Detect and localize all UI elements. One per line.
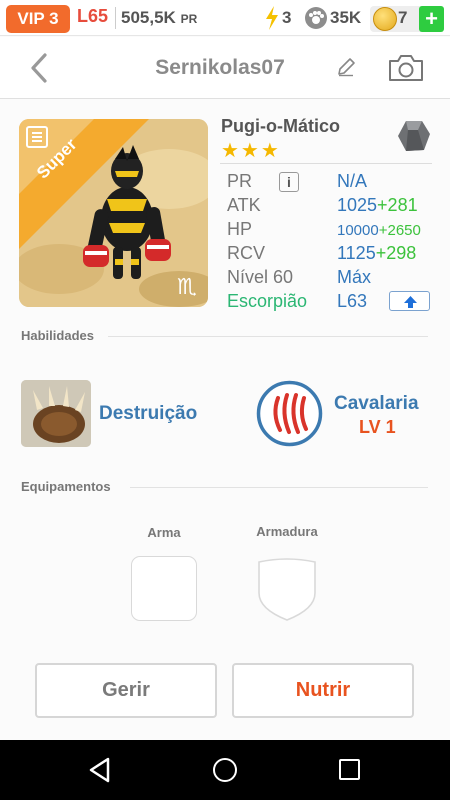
system-navbar (0, 740, 450, 800)
zodiac-label: Escorpião (227, 291, 308, 311)
power-unit: PR (180, 12, 198, 26)
hp-base: 10000 (337, 222, 379, 239)
hp-label: HP (227, 219, 253, 239)
pr-value: N/A (337, 171, 368, 191)
atk-label: ATK (227, 195, 261, 215)
equipment-heading: Equipamentos (21, 479, 111, 494)
upgrade-button[interactable] (389, 291, 430, 311)
player-power: 505,5K PR (121, 8, 197, 28)
add-coins-button[interactable]: + (419, 6, 444, 32)
rcv-label: RCV (227, 243, 266, 263)
divider (108, 336, 428, 337)
rcv-base: 1125 (337, 243, 376, 263)
level-value: Máx (337, 267, 372, 287)
rcv-bonus: +298 (375, 243, 417, 263)
atk-value: 1025+281 (337, 195, 418, 216)
pencil-icon[interactable] (336, 57, 356, 77)
skill-level: LV 1 (359, 417, 396, 437)
atk-base: 1025 (337, 195, 378, 215)
skill-name-cavalry[interactable]: Cavalaria (334, 393, 419, 415)
divider (115, 7, 116, 29)
rcv-value: 1125+298 (337, 243, 416, 264)
page-title: Sernikolas07 (155, 56, 285, 79)
weapon-slot[interactable] (131, 556, 197, 621)
energy-count: 3 (282, 8, 292, 27)
pr-label: PR (227, 171, 253, 191)
level-label: Nível 60 (227, 267, 294, 287)
coin-icon (373, 7, 397, 31)
manage-button[interactable]: Gerir (35, 663, 217, 718)
power-value: 505,5K (121, 8, 176, 27)
divider (220, 163, 432, 164)
armor-slot[interactable] (254, 555, 320, 623)
claw-marks-icon[interactable] (256, 380, 323, 447)
armor-label: Armadura (256, 524, 318, 539)
player-level: L65 (77, 6, 109, 26)
feed-button[interactable]: Nutrir (232, 663, 414, 718)
claw-paw-icon (21, 380, 91, 447)
zodiac-level: L63 (337, 291, 368, 311)
destruction-skill-icon[interactable] (21, 380, 91, 447)
scorpio-icon: ♏ (177, 275, 197, 300)
vip-badge[interactable]: VIP 3 (6, 5, 70, 33)
pet-name: Pugi-o-Mático (221, 116, 340, 136)
skill-name-destruction[interactable]: Destruição (99, 403, 197, 425)
lightning-icon (266, 6, 278, 30)
nav-home-icon[interactable] (213, 758, 237, 782)
paw-icon (305, 7, 327, 29)
atk-bonus: +281 (377, 195, 418, 215)
star-rating: ★★★ (221, 140, 281, 162)
info-icon[interactable]: i (279, 172, 299, 192)
pet-portrait[interactable]: Super ♏ (19, 119, 208, 307)
arrow-up-icon (404, 296, 417, 308)
profile-header: Sernikolas07 (0, 37, 450, 99)
card-icon (26, 126, 48, 148)
gem-icon (398, 121, 430, 151)
weapon-label: Arma (147, 525, 181, 540)
coin-count: 7 (398, 8, 408, 27)
paw-count: 35K (330, 8, 362, 27)
nav-recents-icon[interactable] (339, 759, 360, 780)
hp-bonus: +2650 (378, 222, 421, 239)
status-topbar: VIP 3 L65 505,5K PR 3 35K 7 + (0, 0, 450, 36)
camera-icon[interactable] (388, 54, 424, 82)
hp-value: 10000+2650 (337, 222, 421, 239)
divider (130, 487, 428, 488)
abilities-heading: Habilidades (21, 328, 94, 343)
nav-back-icon[interactable] (88, 757, 112, 783)
